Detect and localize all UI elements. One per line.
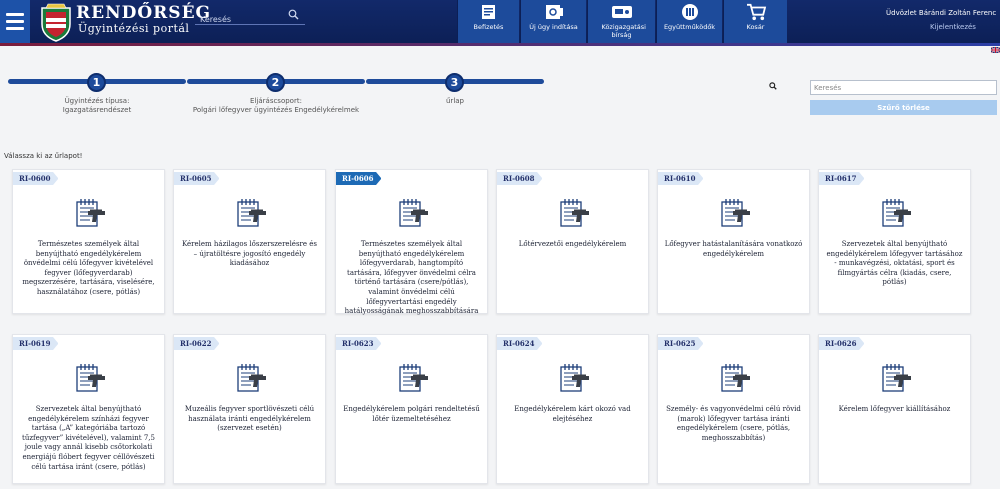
form-document-pistol-icon — [76, 199, 105, 227]
form-document-pistol-icon — [399, 199, 428, 227]
hamburger-icon-bar — [6, 20, 24, 23]
form-card[interactable]: RI-0605 Kérelem házilagos lőszerszerelésr… — [173, 169, 326, 314]
form-code-tag: RI-0605 — [174, 172, 220, 185]
nav-new-case-button[interactable]: Új ügy indítása — [520, 0, 586, 43]
form-document-pistol-icon — [560, 364, 589, 392]
form-title: Muzeális fegyver sportlövészeti célú has… — [184, 405, 315, 433]
step-2-label-value: Polgári lőfegyver ügyintézés Engedélykér… — [192, 106, 360, 114]
step-2-label[interactable]: Eljáráscsoport: Polgári lőfegyver ügyint… — [186, 97, 366, 115]
payment-icon — [481, 5, 495, 19]
step-3-label[interactable]: űrlap — [365, 97, 545, 106]
nav-cart-button[interactable]: Kosár — [723, 0, 787, 43]
form-card[interactable]: RI-0623 Engedélykérelem polgári rendeltet… — [335, 334, 488, 484]
nav-payment-label: Befizetés — [473, 23, 504, 31]
form-card[interactable]: RI-0600 Természetes személyek által benyú… — [12, 169, 165, 314]
form-title: Lőtérvezetői engedélykérelem — [518, 240, 627, 248]
form-code-tag: RI-0622 — [174, 337, 220, 350]
cart-icon — [746, 3, 766, 21]
brand[interactable]: RENDŐRSÉG Ügyintézési portál — [76, 4, 211, 36]
header-search-input[interactable] — [195, 11, 285, 28]
form-code-tag: RI-0619 — [13, 337, 59, 350]
form-title: Engedélykérelem kárt okozó vad elejtéséh… — [514, 405, 631, 423]
language-flag-icon[interactable] — [991, 47, 1000, 53]
form-document-pistol-icon — [721, 199, 750, 227]
form-title: Kérelem házilagos lőszerszerelésre és – … — [181, 240, 317, 268]
form-document-pistol-icon — [76, 364, 105, 392]
form-card[interactable]: RI-0624 Engedélykérelem kárt okozó vad el… — [496, 334, 649, 484]
hamburger-icon-bar — [6, 27, 24, 30]
form-title: Szervezetek által benyújtható engedélyké… — [22, 405, 155, 471]
nav-partners-button[interactable]: Együttműködők — [656, 0, 722, 43]
form-title: Szervezetek által benyújtható engedélyké… — [826, 240, 963, 287]
step-3-label-title: űrlap — [446, 97, 464, 105]
step-1-label-value: Igazgatásrendészet — [62, 106, 132, 114]
fine-icon — [611, 6, 632, 18]
form-document-pistol-icon — [399, 364, 428, 392]
step-2-number[interactable]: 2 — [266, 73, 285, 92]
form-card[interactable]: RI-0626 Kérelem lőfegyver kiállításához — [818, 334, 971, 484]
nav-payment-button[interactable]: Befizetés — [457, 0, 519, 43]
form-code-tag: RI-0624 — [497, 337, 543, 350]
search-icon[interactable] — [769, 82, 777, 90]
step-2-label-title: Eljáráscsoport: — [250, 97, 302, 105]
new-case-icon — [545, 5, 563, 19]
form-card[interactable]: RI-0619 Szervezetek által benyújtható eng… — [12, 334, 165, 484]
step-1-number[interactable]: 1 — [87, 73, 106, 92]
form-document-pistol-icon — [237, 199, 266, 227]
nav-fine-label: Közigazgatási bírság — [601, 23, 647, 39]
form-title: Kérelem lőfegyver kiállításához — [838, 405, 951, 413]
form-document-pistol-icon — [882, 364, 911, 392]
clear-filter-button[interactable]: Szűrő törlése — [810, 100, 997, 115]
form-title: Természetes személyek által benyújtható … — [344, 240, 479, 316]
form-card[interactable]: RI-0606 Természetes személyek által benyú… — [335, 169, 488, 316]
form-card[interactable]: RI-0610 Lőfegyver hatástalanítására vonat… — [657, 169, 810, 314]
form-card[interactable]: RI-0617 Szervezetek által benyújtható eng… — [818, 169, 971, 314]
police-crest-logo[interactable] — [38, 2, 74, 42]
form-search-input[interactable] — [810, 80, 997, 95]
nav-fine-button[interactable]: Közigazgatási bírság — [587, 0, 655, 43]
form-card[interactable]: RI-0608 Lőtérvezetői engedélykérelem — [496, 169, 649, 314]
form-card[interactable]: RI-0622 Muzeális fegyver sportlövészeti c… — [173, 334, 326, 484]
form-document-pistol-icon — [237, 364, 266, 392]
form-title: Engedélykérelem polgári rendeltetésű lőt… — [343, 405, 480, 423]
top-bar-accent-line — [0, 43, 1000, 46]
header-search — [195, 7, 305, 28]
form-title: Lőfegyver hatástalanítására vonatkozó en… — [664, 240, 803, 258]
form-document-pistol-icon — [882, 199, 911, 227]
form-document-pistol-icon — [560, 199, 589, 227]
step-1-label-title: Ügyintézés típusa: — [64, 97, 130, 105]
form-code-tag: RI-0625 — [658, 337, 704, 350]
search-icon[interactable] — [288, 9, 299, 20]
choose-form-label: Válassza ki az űrlapot! — [4, 152, 83, 160]
form-code-tag: RI-0626 — [819, 337, 865, 350]
form-code-tag: RI-0606 — [336, 172, 382, 185]
menu-button[interactable] — [0, 0, 30, 43]
form-code-tag: RI-0623 — [336, 337, 382, 350]
partners-icon — [681, 4, 698, 20]
nav-cart-label: Kosár — [746, 23, 765, 31]
brand-subtitle: Ügyintézési portál — [78, 22, 190, 35]
step-3-number[interactable]: 3 — [445, 73, 464, 92]
form-document-pistol-icon — [721, 364, 750, 392]
nav-new-case-label: Új ügy indítása — [529, 23, 578, 31]
logout-link[interactable]: Kijelentkezés — [930, 23, 976, 31]
form-title: Személy- és vagyonvédelmi célú rövid (ma… — [666, 405, 801, 442]
form-title: Természetes személyek által benyújtható … — [22, 240, 155, 296]
form-code-tag: RI-0600 — [13, 172, 59, 185]
form-code-tag: RI-0610 — [658, 172, 704, 185]
nav-partners-label: Együttműködők — [663, 23, 716, 31]
step-1-label[interactable]: Ügyintézés típusa: Igazgatásrendészet — [7, 97, 187, 115]
brand-title: RENDŐRSÉG — [76, 3, 212, 23]
user-greeting: Üdvözlet Bárándi Zoltán Ferenc — [886, 9, 997, 17]
form-code-tag: RI-0608 — [497, 172, 543, 185]
form-card[interactable]: RI-0625 Személy- és vagyonvédelmi célú rö… — [657, 334, 810, 484]
form-code-tag: RI-0617 — [819, 172, 865, 185]
hamburger-icon — [6, 13, 24, 16]
